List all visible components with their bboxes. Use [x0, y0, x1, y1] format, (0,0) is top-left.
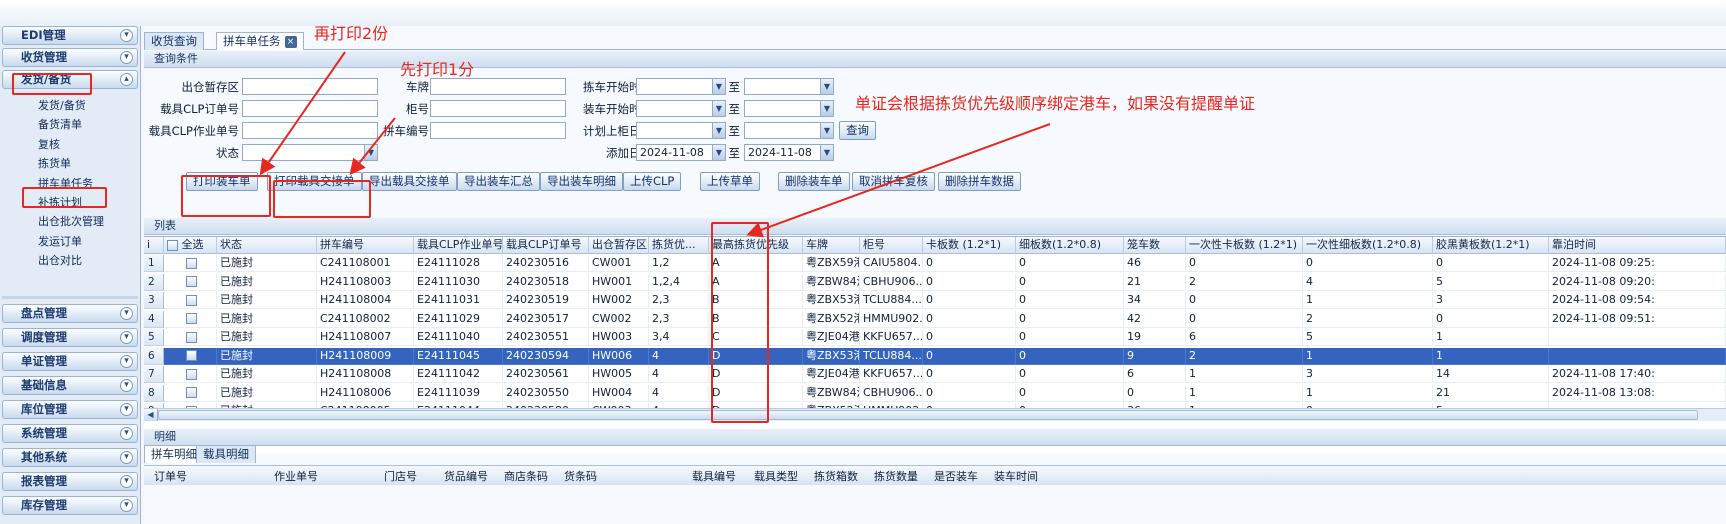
annotation-arrows — [259, 51, 1051, 238]
